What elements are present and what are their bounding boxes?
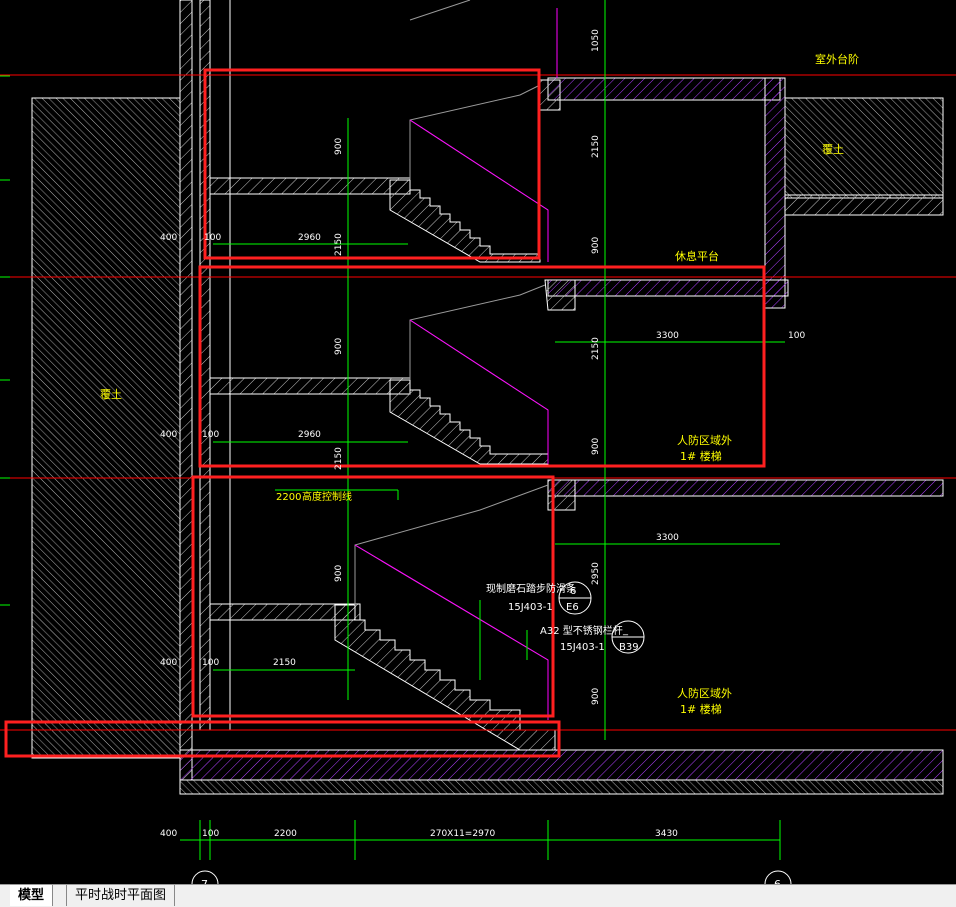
dimension-lines <box>180 0 785 860</box>
label-stair-1-1: 1# 楼梯 <box>680 449 722 463</box>
slab-mid-2 <box>547 479 944 497</box>
layout-tab-bar: 模型 平时战时平面图 <box>0 884 956 907</box>
label-soil-right: 覆土 <box>822 143 844 156</box>
dim-v-900-e: 900 <box>334 565 344 582</box>
dim-h-2960-a: 2960 <box>298 233 321 243</box>
dim-v-1050: 1050 <box>591 29 601 52</box>
stair-flight-3-lower <box>334 604 556 751</box>
stair-handrails <box>354 8 558 720</box>
stair-top-flight <box>539 79 561 111</box>
detail-e6-bottom: E6 <box>566 602 579 613</box>
slab-right-step <box>784 194 944 216</box>
label-rest-platform: 休息平台 <box>675 249 719 263</box>
dim-v-900-f: 900 <box>591 688 601 705</box>
dim-bot-3430: 3430 <box>655 829 678 839</box>
soil-left <box>31 97 181 759</box>
dim-v-900-a: 900 <box>591 237 601 254</box>
dim-h-100-a: 100 <box>204 233 221 243</box>
dim-h-100-d: 100 <box>202 658 219 668</box>
soil-right <box>784 97 944 199</box>
cad-drawing-canvas[interactable]: 室外台阶 覆土 覆土 休息平台 人防区域外 1# 楼梯 人防区域外 1# 楼梯 … <box>0 0 956 884</box>
dim-h-2150: 2150 <box>273 658 296 668</box>
slab-top <box>547 77 781 101</box>
detail-b39-bottom: B39 <box>619 642 639 653</box>
label-height-line-text: 高度控制线 <box>302 490 352 503</box>
label-soil-left: 覆土 <box>100 388 122 401</box>
label-railing-ref: 15J403-1 <box>560 642 605 653</box>
highlight-box-1 <box>203 68 541 260</box>
tab-model[interactable]: 模型 <box>10 885 54 906</box>
label-civil-area-2: 人防区域外 <box>677 686 732 700</box>
detail-e6-top: 6 <box>570 586 576 597</box>
ground-line <box>179 779 944 795</box>
dim-bot-400: 400 <box>160 829 177 839</box>
dim-v-900-b: 900 <box>334 138 344 155</box>
dim-left-2150-b: 2150 <box>334 447 344 470</box>
landing-2 <box>209 377 411 395</box>
dim-h-400-a: 400 <box>160 233 177 243</box>
slab-mid-1 <box>547 279 789 297</box>
dim-bot-2200: 2200 <box>274 829 297 839</box>
dim-h-400-c: 400 <box>160 658 177 668</box>
label-anti-slip-ref: 15J403-1 <box>508 602 553 613</box>
dim-bot-100: 100 <box>202 829 219 839</box>
dim-v-2150-a: 2150 <box>591 135 601 158</box>
landing-1 <box>209 177 411 195</box>
dim-h-100-b: 100 <box>202 430 219 440</box>
stair-flight-2-lower <box>389 379 549 465</box>
label-height-line-value: 2200 <box>276 492 301 503</box>
label-outdoor-step: 室外台阶 <box>815 52 859 66</box>
dim-h-3300-a: 3300 <box>656 331 679 341</box>
left-wall <box>179 0 193 781</box>
dim-v-900-c: 900 <box>334 338 344 355</box>
label-civil-area-1: 人防区域外 <box>677 433 732 447</box>
label-anti-slip: 现制磨石踏步防滑条 <box>486 582 576 595</box>
dim-left-2150-a: 2150 <box>334 233 344 256</box>
dim-h-400-b: 400 <box>160 430 177 440</box>
slab-right-wall <box>764 77 786 309</box>
dim-v-2150-b: 2150 <box>591 337 601 360</box>
dim-h-100-c: 100 <box>788 331 805 341</box>
stair-upper-outlines <box>354 0 549 661</box>
stair-mid-block-1 <box>544 279 576 311</box>
dim-v-2950: 2950 <box>591 562 601 585</box>
tab-layout[interactable]: 平时战时平面图 <box>66 885 176 906</box>
dim-bot-steps: 270X11=2970 <box>430 829 496 839</box>
dim-v-900-d: 900 <box>591 438 601 455</box>
dim-h-3300-b: 3300 <box>656 533 679 543</box>
label-stair-1-2: 1# 楼梯 <box>680 702 722 716</box>
label-railing: A32 型不锈钢栏杆 <box>540 624 623 637</box>
dim-h-2960-b: 2960 <box>298 430 321 440</box>
detail-b39-top: _ <box>622 625 629 636</box>
highlight-box-3 <box>191 475 555 718</box>
left-edge-ticks <box>0 75 10 606</box>
stair-flight-1-lower <box>389 179 541 263</box>
